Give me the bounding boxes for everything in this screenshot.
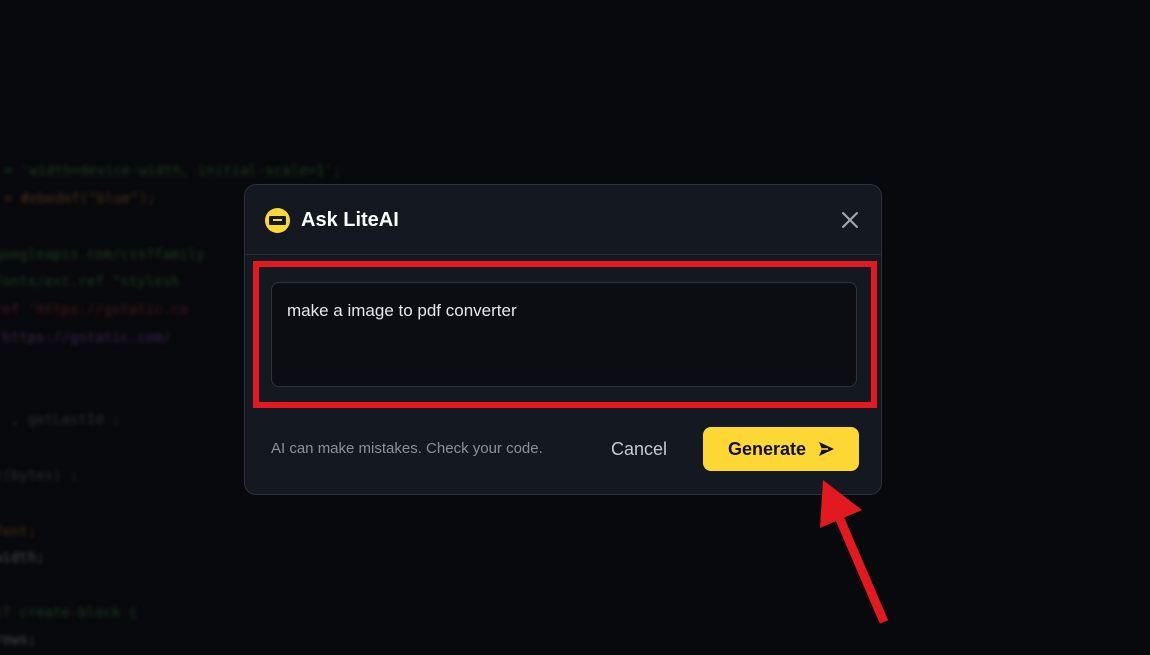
- close-button[interactable]: [837, 207, 863, 233]
- app-screen: = 'width=device-width, initial-scale=1';…: [0, 0, 1150, 655]
- close-icon: [842, 212, 858, 228]
- send-icon: [819, 442, 834, 456]
- dialog-header: Ask LiteAI: [245, 185, 881, 255]
- cancel-button[interactable]: Cancel: [597, 427, 681, 471]
- disclaimer-text: AI can make mistakes. Check your code.: [271, 440, 543, 457]
- prompt-textarea[interactable]: make a image to pdf converter: [271, 282, 857, 387]
- ask-liteai-dialog: Ask LiteAI make a image to pdf converter…: [244, 184, 882, 495]
- generate-label: Generate: [728, 439, 807, 459]
- liteai-logo-icon: [265, 208, 290, 233]
- dialog-title: Ask LiteAI: [301, 209, 399, 231]
- generate-button[interactable]: Generate: [703, 427, 859, 471]
